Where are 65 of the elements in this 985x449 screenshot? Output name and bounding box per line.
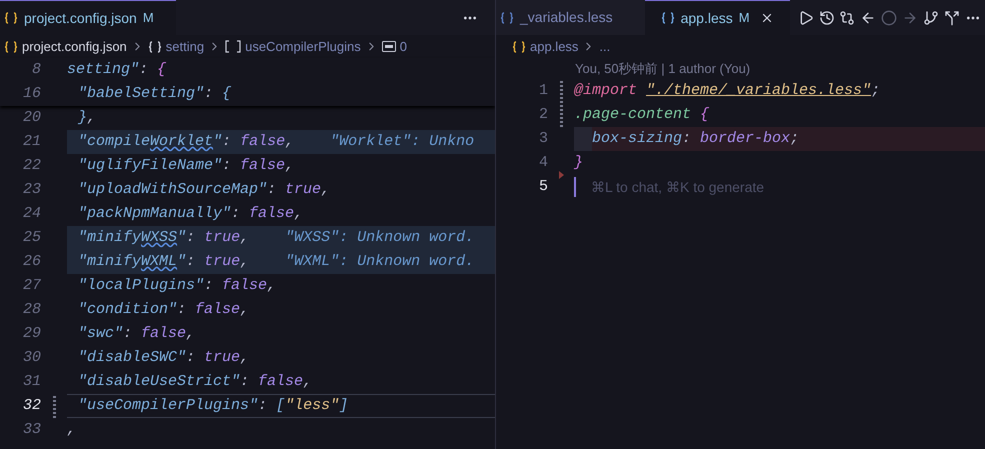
code-line: } bbox=[574, 152, 584, 173]
code-line: "useCompilerPlugins": ["less"] bbox=[67, 394, 495, 418]
code-line: , bbox=[67, 420, 78, 440]
line-number: 3 bbox=[538, 128, 548, 149]
blame-annotation: You, 50秒钟前 | 1 author (You) bbox=[574, 60, 750, 78]
line-number: 26 bbox=[22, 252, 41, 272]
line-number: 27 bbox=[22, 276, 41, 296]
code-line: }, bbox=[76, 108, 98, 128]
code-line: @import "./theme/_variables.less"; bbox=[574, 80, 882, 101]
code-line: "condition": false, bbox=[77, 300, 250, 320]
run-icon[interactable] bbox=[798, 10, 814, 26]
text-icon bbox=[382, 41, 396, 52]
breadcrumb-item[interactable]: useCompilerPlugins bbox=[245, 36, 361, 56]
sticky-line: setting": { bbox=[67, 60, 166, 80]
modified-status-label: M bbox=[142, 9, 154, 28]
sticky-line: "babelSetting": { bbox=[77, 84, 232, 104]
code-line: "uploadWithSourceMap": true, bbox=[77, 180, 332, 200]
tab-label: app.less bbox=[680, 8, 733, 28]
line-number: 2 bbox=[538, 104, 548, 125]
line-number: 25 bbox=[22, 228, 41, 248]
breadcrumb-item[interactable]: app.less bbox=[530, 36, 578, 56]
code-line: "disableSWC": true, bbox=[77, 348, 250, 368]
breadcrumb-item[interactable]: setting bbox=[166, 36, 204, 56]
brackets-icon bbox=[225, 40, 242, 53]
editor-tab[interactable]: _variables.less bbox=[496, 0, 645, 35]
line-number: 8 bbox=[30, 60, 41, 80]
line-number: 20 bbox=[22, 108, 41, 128]
line-number: 4 bbox=[538, 152, 548, 173]
braces-icon bbox=[500, 12, 514, 24]
line-number: 31 bbox=[22, 372, 41, 392]
braces-icon bbox=[512, 40, 526, 52]
code-line: ⌘L to chat, ⌘K to generate bbox=[574, 175, 985, 199]
line-number: 16 bbox=[22, 84, 41, 104]
compare-icon[interactable] bbox=[839, 10, 856, 26]
line-number: 32 bbox=[22, 396, 41, 416]
code-line: "swc": false, bbox=[77, 324, 196, 344]
braces-icon bbox=[660, 12, 675, 24]
breadcrumb-item[interactable]: ... bbox=[599, 36, 610, 56]
code-line: .page-content { bbox=[574, 104, 710, 125]
branch-icon[interactable] bbox=[923, 10, 940, 26]
line-number: 30 bbox=[22, 348, 41, 368]
history-icon[interactable] bbox=[818, 10, 835, 26]
code-line: "disableUseStrict": false, bbox=[77, 372, 314, 392]
tab-label: project.config.json bbox=[24, 8, 137, 28]
breadcrumb-item[interactable]: 0 bbox=[400, 36, 407, 56]
editor-tab[interactable]: app.less M bbox=[644, 0, 790, 35]
braces-icon bbox=[148, 40, 162, 52]
line-number: 28 bbox=[22, 300, 41, 320]
code-line: "uglifyFileName": false, bbox=[77, 156, 296, 176]
braces-icon bbox=[4, 12, 18, 24]
tab-label: _variables.less bbox=[520, 8, 613, 27]
line-number: 29 bbox=[22, 324, 41, 344]
line-number: 22 bbox=[22, 156, 41, 176]
line-number: 1 bbox=[538, 80, 548, 101]
code-line: "packNpmManually": false, bbox=[77, 204, 304, 224]
line-number: 24 bbox=[22, 204, 41, 224]
line-number: 33 bbox=[22, 420, 41, 440]
code-line: "localPlugins": false, bbox=[77, 276, 278, 296]
modified-status-label: M bbox=[738, 9, 750, 28]
editor-tab[interactable]: project.config.json M bbox=[0, 0, 176, 35]
breadcrumb-item[interactable]: project.config.json bbox=[22, 36, 127, 56]
braces-icon bbox=[4, 40, 18, 52]
line-number: 23 bbox=[22, 180, 41, 200]
line-number: 21 bbox=[22, 132, 41, 152]
line-number: 5 bbox=[538, 176, 548, 197]
